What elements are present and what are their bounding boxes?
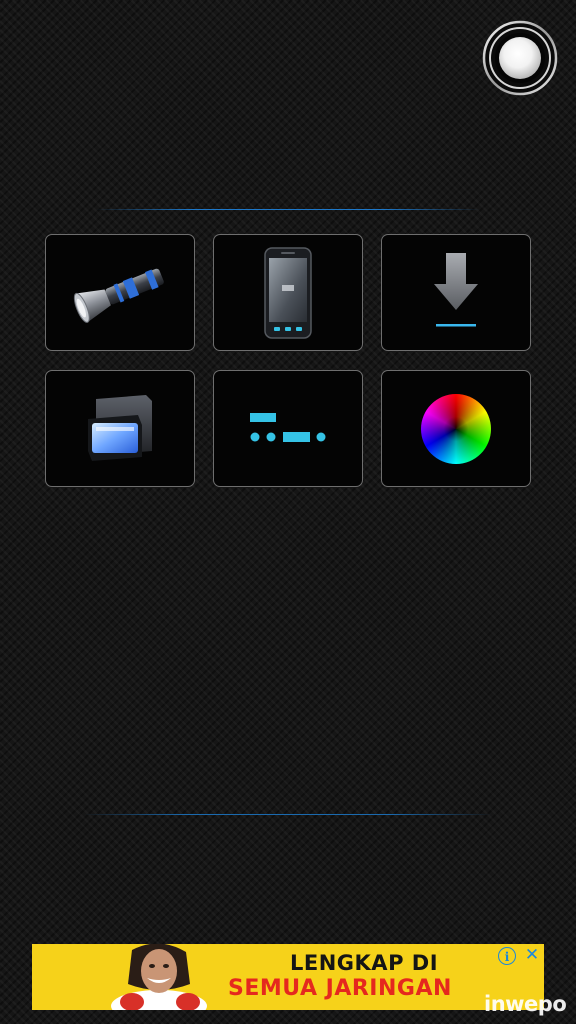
download-arrow-icon bbox=[434, 252, 478, 326]
phone-screen-light-icon bbox=[264, 246, 312, 339]
power-toggle-button[interactable] bbox=[482, 20, 558, 96]
tile-screen-light[interactable] bbox=[213, 234, 363, 351]
ad-subheadline: SEMUA JARINGAN bbox=[228, 976, 452, 1001]
divider-top bbox=[96, 209, 480, 210]
watermark: inwepo bbox=[484, 992, 567, 1016]
ad-headline: LENGKAP DI bbox=[290, 951, 439, 975]
morse-code-icon bbox=[250, 412, 326, 442]
tile-flashlight[interactable] bbox=[45, 234, 195, 351]
ad-banner[interactable]: LENGKAP DI SEMUA JARINGAN i ✕ bbox=[32, 944, 544, 1010]
divider-bottom bbox=[84, 814, 492, 815]
color-wheel-icon bbox=[421, 393, 491, 464]
ad-close-icon[interactable]: ✕ bbox=[522, 945, 542, 965]
camera-flash-icon bbox=[88, 394, 152, 461]
tile-download[interactable] bbox=[381, 234, 531, 351]
ad-info-icon[interactable]: i bbox=[498, 947, 516, 965]
tile-color-light[interactable] bbox=[381, 370, 531, 487]
tile-camera-flash[interactable] bbox=[45, 370, 195, 487]
tile-morse-code[interactable] bbox=[213, 370, 363, 487]
power-light-icon bbox=[482, 20, 558, 96]
ad-model-image bbox=[111, 944, 207, 1010]
flashlight-icon bbox=[73, 268, 164, 323]
